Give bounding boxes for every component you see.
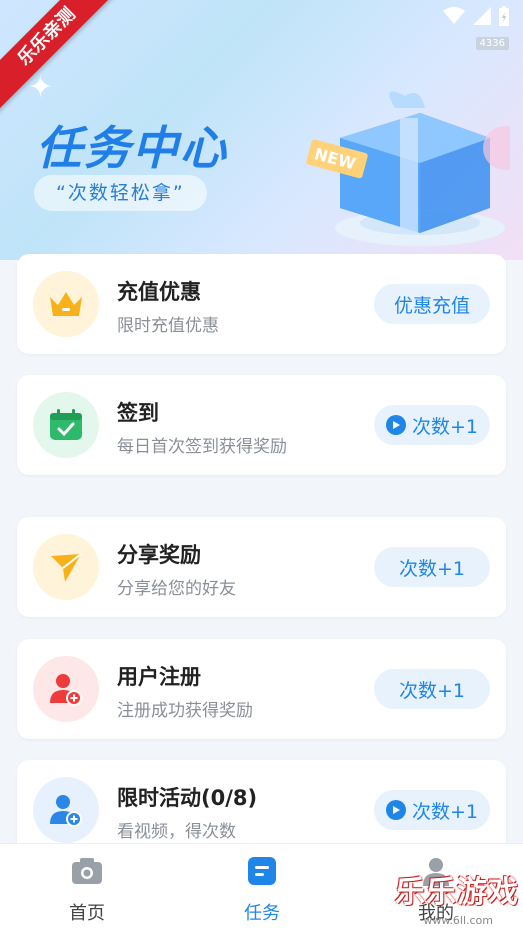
bottom-tab-bar: 首页 任务 我的 乐乐游戏 www.6ll.com: [0, 843, 523, 931]
sparkle-icon: ✦: [28, 70, 54, 105]
task-name: 分享奖励: [117, 543, 201, 567]
task-card: 分享奖励分享给您的好友 次数+1: [17, 517, 506, 617]
task-action-label: 次数+1: [411, 415, 478, 438]
page-title: 任务中心: [36, 121, 228, 175]
task-description: 注册成功获得奖励: [117, 701, 253, 721]
status-badge-number: 4336: [475, 37, 509, 50]
battery-icon: [499, 6, 509, 26]
calendar-check-icon: [33, 392, 99, 458]
task-action-label: 次数+1: [411, 800, 478, 823]
task-action-label: 次数+1: [398, 679, 465, 702]
play-icon: [385, 415, 406, 435]
task-action-button[interactable]: 次数+1: [374, 405, 490, 445]
task-action-button[interactable]: 次数+1: [374, 669, 490, 709]
status-bar-icons: [443, 6, 509, 26]
task-description: 限时充值优惠: [117, 316, 219, 336]
task-name: 限时活动(0/8): [117, 786, 258, 810]
tab-home-label: 首页: [69, 903, 105, 924]
wifi-icon: [443, 7, 465, 24]
tab-home[interactable]: 首页: [27, 856, 147, 925]
task-icon: [248, 857, 276, 885]
task-description: 分享给您的好友: [117, 579, 236, 599]
task-action-button[interactable]: 优惠充值: [374, 284, 490, 324]
site-watermark-url: www.6ll.com: [423, 914, 493, 927]
play-icon: [385, 800, 406, 820]
page-subtitle: “次数轻松拿”: [34, 175, 207, 211]
user-add-blue-icon: [33, 777, 99, 843]
task-card: 用户注册注册成功获得奖励 次数+1: [17, 639, 506, 739]
task-action-label: 次数+1: [398, 557, 465, 580]
site-watermark: 乐乐游戏: [395, 875, 519, 910]
tab-tasks[interactable]: 任务: [202, 856, 322, 925]
task-name: 签到: [117, 401, 159, 425]
paper-plane-icon: [33, 534, 99, 600]
task-center-banner: 乐乐亲测 4336 ✦ 任务中心 “次数轻松拿” NEW: [0, 0, 523, 260]
task-description: 看视频，得次数: [117, 822, 236, 842]
task-action-button[interactable]: 次数+1: [374, 547, 490, 587]
signal-icon: [473, 7, 491, 25]
task-card: 签到每日首次签到获得奖励 次数+1: [17, 375, 506, 475]
task-action-label: 优惠充值: [393, 294, 470, 317]
user-add-icon: [33, 656, 99, 722]
gift-box-illustration: NEW: [306, 91, 510, 246]
crown-icon: [33, 271, 99, 337]
task-name: 用户注册: [117, 665, 201, 689]
task-name: 充值优惠: [117, 280, 201, 304]
task-description: 每日首次签到获得奖励: [117, 437, 287, 457]
camera-icon: [72, 858, 102, 884]
tab-tasks-label: 任务: [244, 903, 280, 924]
task-action-button[interactable]: 次数+1: [374, 790, 490, 830]
task-card: 充值优惠限时充值优惠 优惠充值: [17, 254, 506, 354]
test-ribbon: 乐乐亲测: [0, 0, 127, 117]
